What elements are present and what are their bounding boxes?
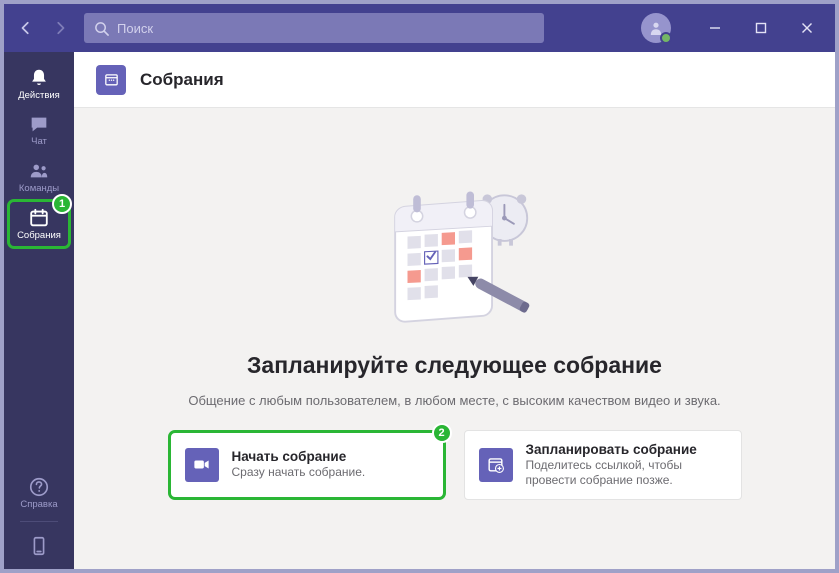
search-icon — [94, 21, 109, 36]
page-title: Собрания — [140, 70, 224, 90]
rail-chat[interactable]: Чат — [8, 106, 70, 152]
content-pane: Собрания — [74, 52, 835, 569]
bell-icon — [28, 67, 50, 89]
rail-label: Команды — [19, 184, 59, 194]
rail-label: Собрания — [17, 231, 61, 241]
profile-avatar[interactable] — [641, 13, 671, 43]
search-input[interactable] — [117, 21, 534, 36]
search-bar[interactable] — [84, 13, 544, 43]
help-icon — [28, 476, 50, 498]
rail-activity[interactable]: Действия — [8, 60, 70, 106]
main-subheading: Общение с любым пользователем, в любом м… — [188, 393, 720, 408]
mobile-icon — [28, 535, 50, 557]
app-window: Действия Чат Команды 1 Собрания Справка — [0, 0, 839, 573]
annotation-badge-2: 2 — [432, 423, 452, 443]
meeting-illustration — [360, 178, 550, 338]
meetings-header-icon — [96, 65, 126, 95]
schedule-meeting-card[interactable]: Запланировать собрание Поделитесь ссылко… — [464, 430, 742, 500]
teams-icon — [28, 160, 50, 182]
rail-divider — [20, 521, 58, 522]
app-rail: Действия Чат Команды 1 Собрания Справка — [4, 52, 74, 569]
main-heading: Запланируйте следующее собрание — [247, 352, 662, 379]
close-button[interactable] — [787, 12, 827, 44]
chat-icon — [28, 113, 50, 135]
calendar-icon — [28, 207, 50, 229]
video-icon — [185, 448, 219, 482]
rail-label: Действия — [18, 91, 60, 101]
card-title: Начать собрание — [232, 449, 366, 464]
back-button[interactable] — [12, 14, 40, 42]
calendar-icon — [103, 71, 120, 88]
rail-meetings[interactable]: 1 Собрания — [7, 199, 71, 248]
maximize-icon — [755, 22, 767, 34]
card-subtitle: Поделитесь ссылкой, чтобы провести собра… — [526, 458, 727, 488]
close-icon — [801, 22, 813, 34]
chevron-right-icon — [53, 21, 67, 35]
rail-mobile[interactable] — [8, 528, 70, 569]
forward-button[interactable] — [46, 14, 74, 42]
maximize-button[interactable] — [741, 12, 781, 44]
rail-teams[interactable]: Команды — [8, 153, 70, 199]
meet-now-card[interactable]: 2 Начать собрание Сразу начать собрание. — [168, 430, 446, 500]
chevron-left-icon — [19, 21, 33, 35]
rail-help[interactable]: Справка — [8, 469, 70, 515]
main-area: Запланируйте следующее собрание Общение … — [74, 108, 835, 569]
card-subtitle: Сразу начать собрание. — [232, 465, 366, 480]
minimize-button[interactable] — [695, 12, 735, 44]
annotation-badge-1: 1 — [52, 194, 72, 214]
action-cards: 2 Начать собрание Сразу начать собрание. — [168, 430, 742, 500]
rail-label: Чат — [31, 137, 47, 147]
card-title: Запланировать собрание — [526, 442, 727, 457]
rail-label: Справка — [20, 500, 57, 510]
calendar-plus-icon — [479, 448, 513, 482]
content-header: Собрания — [74, 52, 835, 108]
presence-dot — [660, 32, 672, 44]
minimize-icon — [709, 22, 721, 34]
title-bar — [4, 4, 835, 52]
